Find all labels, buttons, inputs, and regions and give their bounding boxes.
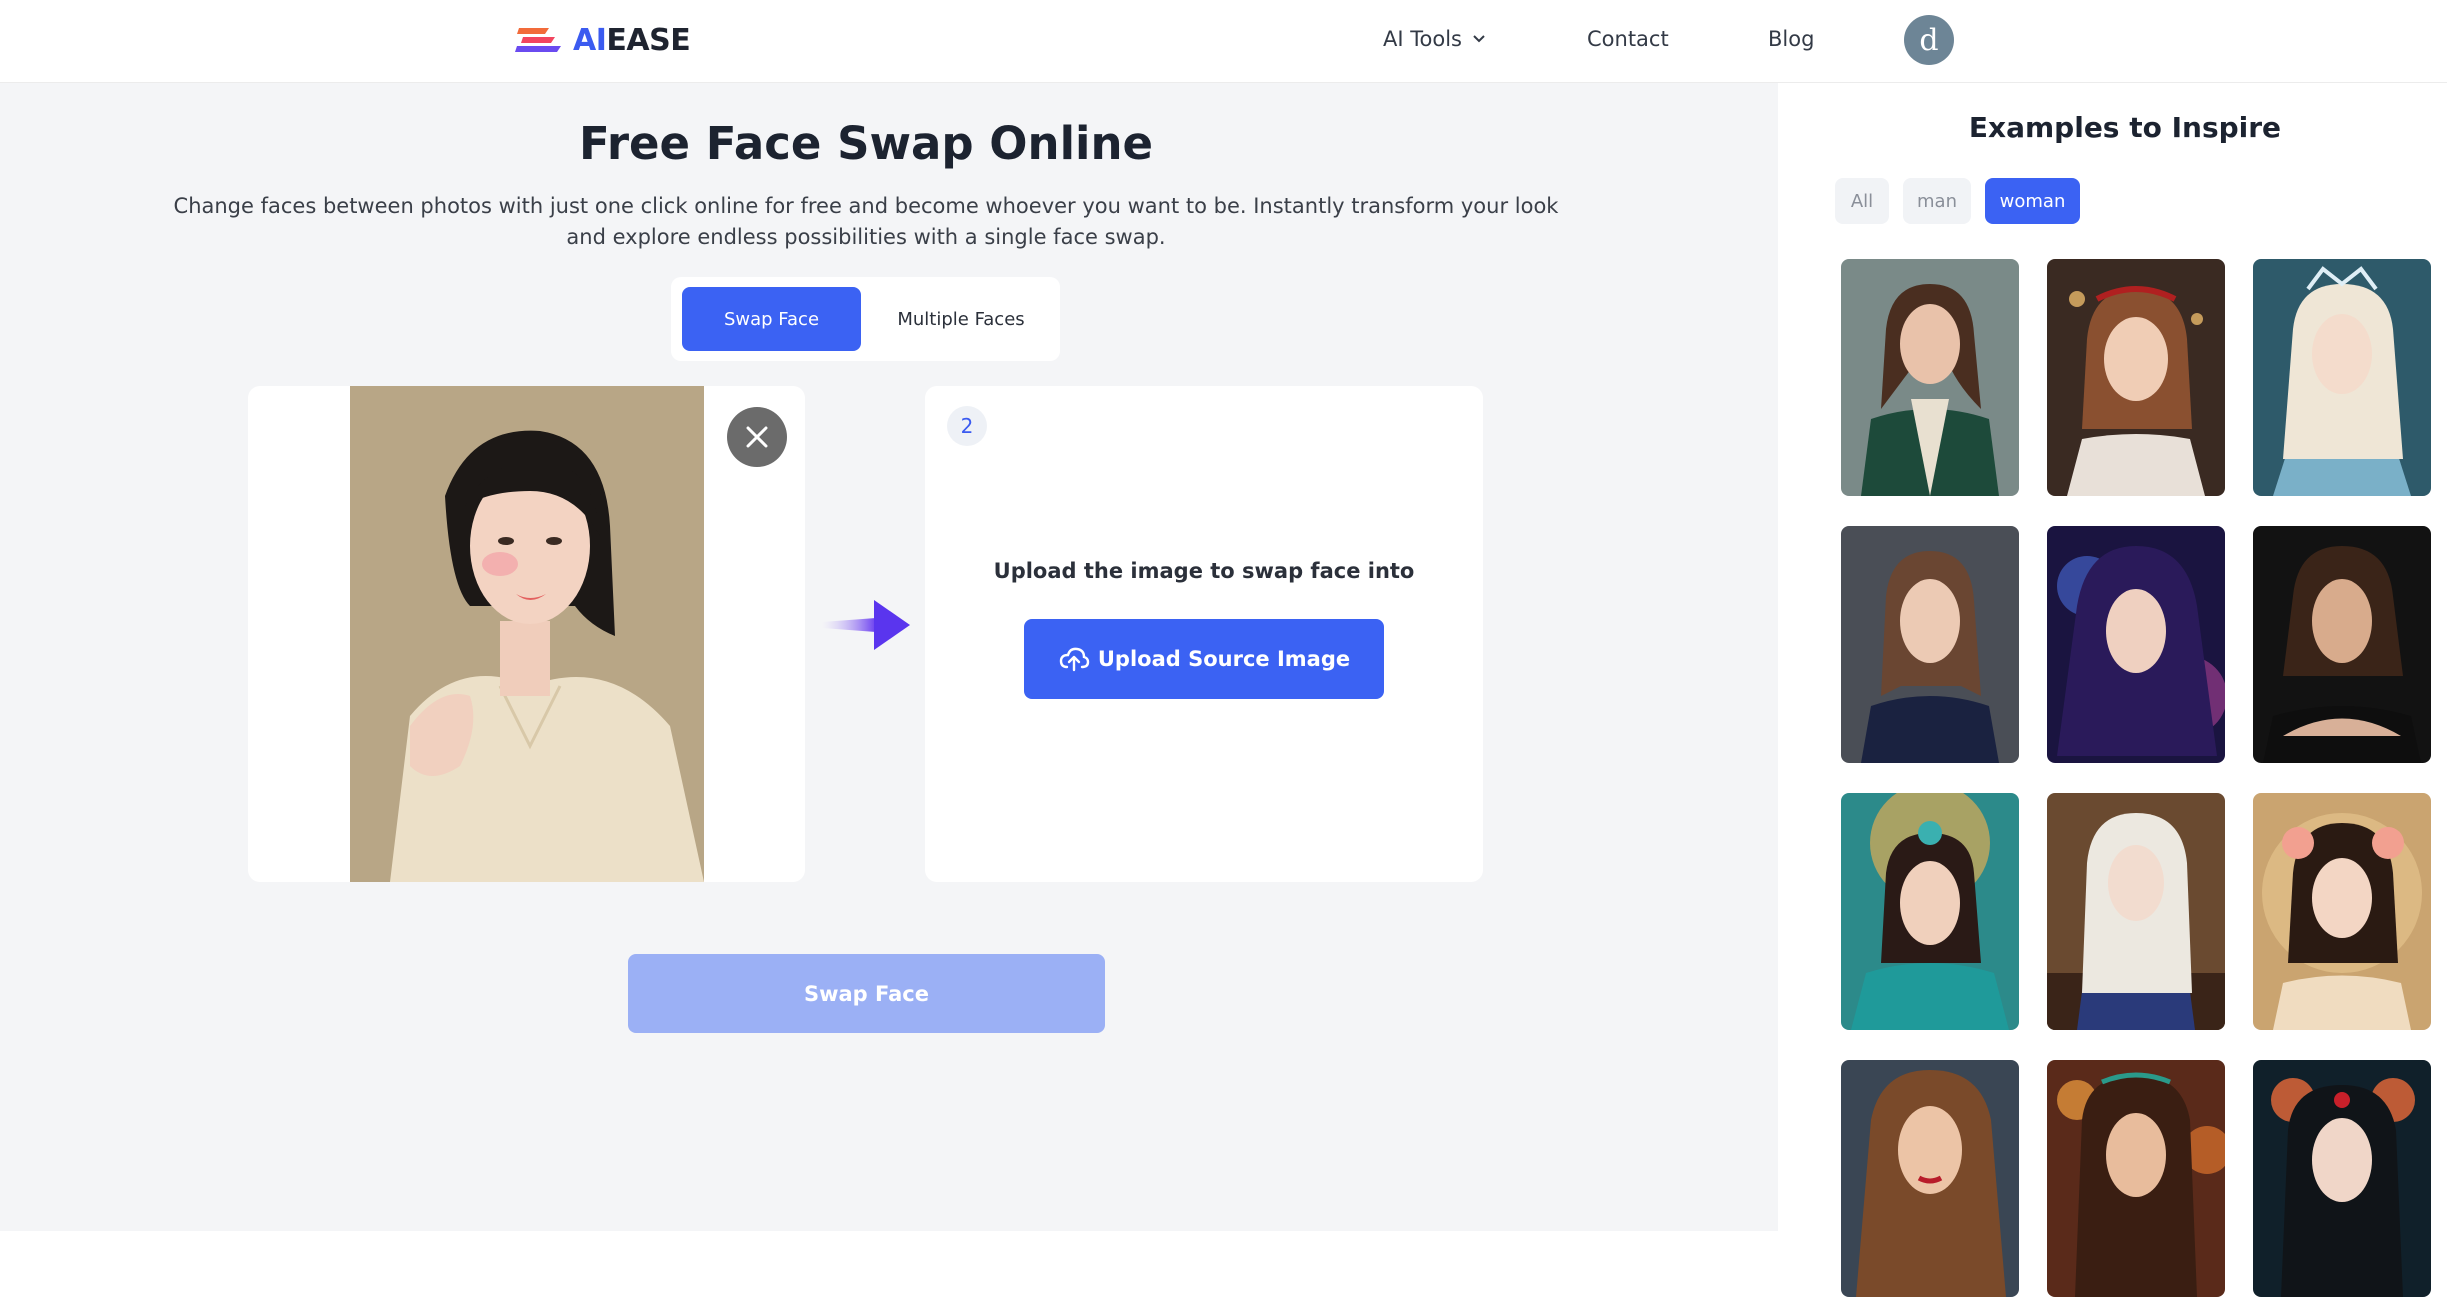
- target-image-panel: [248, 386, 805, 882]
- example-thumbnail[interactable]: [1841, 1060, 2019, 1297]
- example-thumbnail[interactable]: [1841, 259, 2019, 496]
- example-thumbnail[interactable]: [2253, 793, 2431, 1030]
- page-subtitle: Change faces between photos with just on…: [173, 194, 1559, 249]
- logo[interactable]: AIEASE: [515, 22, 691, 58]
- filter-all[interactable]: All: [1835, 178, 1889, 224]
- example-thumbnail[interactable]: [1841, 526, 2019, 763]
- example-thumbnail[interactable]: [2047, 259, 2225, 496]
- nav-contact[interactable]: Contact: [1587, 0, 1669, 78]
- source-image-panel: 2 Upload the image to swap face into Upl…: [925, 386, 1483, 882]
- arrow-right-icon: [822, 600, 910, 650]
- nav-blog[interactable]: Blog: [1768, 0, 1814, 78]
- page-title: Free Face Swap Online: [578, 117, 1153, 170]
- main-content: Free Face Swap Online Change faces betwe…: [0, 83, 1778, 1231]
- close-icon: [746, 426, 768, 448]
- example-thumbnail[interactable]: [2253, 259, 2431, 496]
- target-photo: [350, 386, 704, 882]
- filter-man[interactable]: man: [1903, 178, 1971, 224]
- remove-image-button[interactable]: [727, 407, 787, 467]
- examples-title: Examples to Inspire: [1968, 111, 2282, 144]
- logo-text: AIEASE: [573, 22, 691, 58]
- nav-ai-tools[interactable]: AI Tools: [1383, 0, 1486, 78]
- upload-button-label: Upload Source Image: [1097, 647, 1351, 671]
- mode-tabs: Swap Face Multiple Faces: [671, 277, 1060, 361]
- chevron-down-icon: [1473, 35, 1485, 43]
- example-thumbnail[interactable]: [1841, 793, 2019, 1030]
- tab-multiple-faces[interactable]: Multiple Faces: [871, 287, 1051, 351]
- avatar[interactable]: d: [1904, 15, 1954, 65]
- upload-hint: Upload the image to swap face into: [993, 559, 1415, 583]
- top-header: AIEASE AI Tools Contact Blog d: [0, 0, 2447, 83]
- upload-source-image-button[interactable]: Upload Source Image: [1024, 619, 1384, 699]
- example-thumbnail[interactable]: [2047, 1060, 2225, 1297]
- example-thumbnail[interactable]: [2047, 526, 2225, 763]
- tab-swap-face[interactable]: Swap Face: [682, 287, 861, 351]
- filter-woman[interactable]: woman: [1985, 178, 2080, 224]
- nav-ai-tools-label: AI Tools: [1383, 27, 1462, 51]
- logo-icon: [515, 28, 561, 52]
- example-thumbnail[interactable]: [2253, 526, 2431, 763]
- example-thumbnail[interactable]: [2253, 1060, 2431, 1297]
- portrait-illustration: [350, 386, 704, 882]
- step-badge: 2: [947, 406, 987, 446]
- example-thumbnail[interactable]: [2047, 793, 2225, 1030]
- swap-face-button[interactable]: Swap Face: [628, 954, 1105, 1033]
- examples-panel: Examples to Inspire All man woman: [1778, 83, 2447, 1297]
- cloud-upload-icon: [1059, 647, 1090, 672]
